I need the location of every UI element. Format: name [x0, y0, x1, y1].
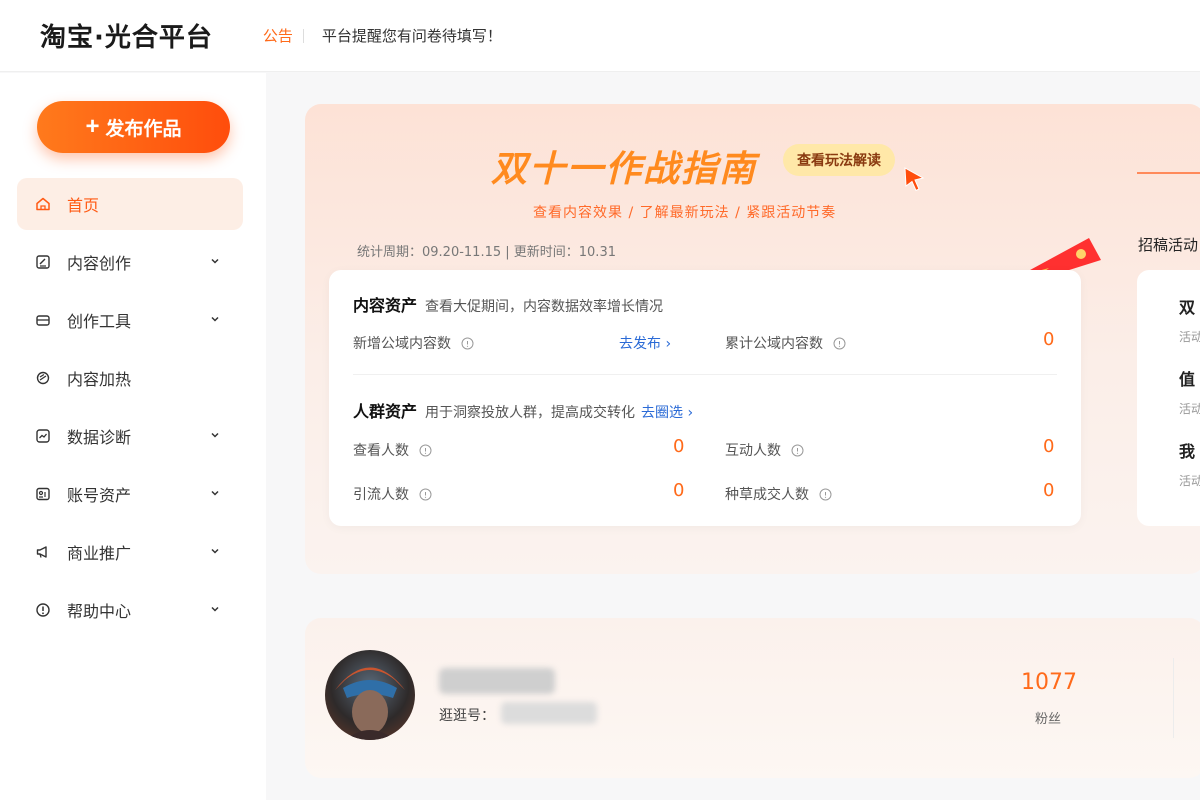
help-circle-icon[interactable]	[833, 337, 846, 350]
double-eleven-guide-card: 双十一作战指南 查看玩法解读 查看内容效果 / 了解最新玩法 / 紧跟活动节奏 …	[305, 104, 1200, 574]
id-card-icon	[35, 486, 51, 502]
publish-button-label: 发布作品	[105, 118, 182, 140]
chevron-down-icon	[211, 606, 219, 612]
chart-icon	[35, 428, 51, 444]
call-for-submissions-title[interactable]: 招稿活动	[1138, 234, 1198, 255]
sidebar-item-data-diagnosis[interactable]: 数据诊断	[17, 410, 243, 462]
sidebar-item-account-assets[interactable]: 账号资产	[17, 468, 243, 520]
publish-work-button[interactable]: + 发布作品	[37, 101, 230, 153]
help-circle-icon[interactable]	[419, 488, 432, 501]
crowd-assets-title: 人群资产	[353, 402, 418, 421]
top-header: 淘宝·光合平台 公告 平台提醒您有问卷待填写！	[0, 0, 1200, 72]
chevron-down-icon	[211, 316, 219, 322]
sidebar-item-creation-tools[interactable]: 创作工具	[17, 294, 243, 346]
megaphone-icon	[35, 544, 51, 560]
sidebar: + 发布作品 首页 内容创作 创作工具 内容加热 数据诊断 账号资产 商业推广 …	[0, 73, 266, 800]
sidebar-nav: 首页 内容创作 创作工具 内容加热 数据诊断 账号资产 商业推广 帮助中心	[17, 178, 243, 642]
deal-count-value: 0	[1043, 480, 1055, 501]
notice-divider	[302, 28, 304, 43]
interact-count-value: 0	[1043, 436, 1055, 457]
avatar-portrait-icon	[335, 667, 405, 740]
activity-item-title[interactable]: 我	[1179, 438, 1195, 462]
help-circle-icon[interactable]	[419, 444, 432, 457]
profile-card: 逛逛号： 1077 粉丝	[305, 618, 1200, 778]
view-gameplay-button[interactable]: 查看玩法解读	[783, 144, 895, 176]
sidebar-item-help-center[interactable]: 帮助中心	[17, 584, 243, 636]
sidebar-item-content-creation[interactable]: 内容创作	[17, 236, 243, 288]
interact-count-label: 互动人数	[725, 440, 804, 460]
toolbox-icon	[35, 312, 51, 328]
help-circle-icon[interactable]	[791, 444, 804, 457]
assets-stats-card: 内容资产 查看大促期间，内容数据效率增长情况 新增公域内容数 去发布 › 累计公域…	[329, 270, 1081, 526]
view-count-value: 0	[673, 436, 685, 457]
view-count-label: 查看人数	[353, 440, 432, 460]
content-assets-heading: 内容资产 查看大促期间，内容数据效率增长情况	[353, 292, 663, 316]
help-icon	[35, 602, 51, 618]
section-divider	[353, 374, 1057, 375]
sidebar-item-label: 账号资产	[67, 486, 132, 505]
chevron-down-icon	[211, 258, 219, 264]
platform-logo[interactable]: 淘宝·光合平台	[40, 17, 213, 54]
activity-item-sub: 活动	[1179, 402, 1200, 416]
account-id-label: 逛逛号：	[439, 708, 495, 724]
go-publish-link[interactable]: 去发布 ›	[619, 333, 671, 353]
activity-item-title[interactable]: 双	[1179, 294, 1195, 318]
activity-item-sub: 活动	[1179, 474, 1200, 488]
sidebar-item-label: 创作工具	[67, 312, 132, 331]
sidebar-item-business-promotion[interactable]: 商业推广	[17, 526, 243, 578]
chevron-down-icon	[211, 432, 219, 438]
edit-icon	[35, 254, 51, 270]
sidebar-item-label: 商业推广	[67, 544, 132, 563]
sidebar-item-home[interactable]: 首页	[17, 178, 243, 230]
help-circle-icon[interactable]	[461, 337, 474, 350]
activity-list-card: 双 活动 值 活动 我 活动	[1137, 270, 1200, 526]
sidebar-item-label: 首页	[67, 196, 100, 215]
pointer-cursor-icon	[904, 167, 925, 192]
traffic-count-label: 引流人数	[353, 484, 432, 504]
profile-divider	[1173, 658, 1174, 738]
total-public-content-label: 累计公域内容数	[725, 333, 846, 353]
sidebar-item-label: 内容加热	[67, 370, 132, 389]
content-assets-desc: 查看大促期间，内容数据效率增长情况	[425, 299, 664, 315]
crowd-assets-desc: 用于洞察投放人群，提高成交转化	[425, 405, 636, 421]
new-public-content-label: 新增公域内容数	[353, 333, 474, 353]
tab-underline	[1137, 172, 1200, 174]
stat-period-text: 统计周期：09.20-11.15 | 更新时间：10.31	[357, 245, 616, 260]
activity-item-title[interactable]: 值	[1179, 366, 1195, 390]
sidebar-item-content-boost[interactable]: 内容加热	[17, 352, 243, 404]
help-circle-icon[interactable]	[819, 488, 832, 501]
chevron-down-icon	[211, 490, 219, 496]
flame-icon	[35, 370, 51, 386]
notice-message[interactable]: 平台提醒您有问卷待填写！	[322, 25, 502, 46]
chevron-down-icon	[211, 548, 219, 554]
guide-subtitle: 查看内容效果 / 了解最新玩法 / 紧跟活动节奏	[533, 205, 837, 221]
fans-label: 粉丝	[1035, 712, 1062, 727]
fans-count[interactable]: 1077	[1021, 670, 1077, 695]
traffic-count-value: 0	[673, 480, 685, 501]
deal-count-label: 种草成交人数	[725, 484, 832, 504]
username-redacted	[439, 668, 555, 694]
sidebar-item-label: 内容创作	[67, 254, 132, 273]
sidebar-item-label: 数据诊断	[67, 428, 132, 447]
activity-item-sub: 活动	[1179, 330, 1200, 344]
crowd-assets-heading: 人群资产 用于洞察投放人群，提高成交转化 去圈选 ›	[353, 398, 693, 422]
plus-icon: +	[85, 113, 100, 140]
avatar[interactable]	[325, 650, 415, 740]
go-select-link[interactable]: 去圈选 ›	[641, 405, 693, 421]
guide-title: 双十一作战指南	[491, 149, 758, 190]
account-id-redacted	[501, 702, 597, 724]
home-icon	[35, 196, 51, 212]
total-public-content-value: 0	[1043, 329, 1055, 350]
sidebar-item-label: 帮助中心	[67, 602, 132, 621]
content-assets-title: 内容资产	[353, 296, 418, 315]
notice-label: 公告	[262, 27, 293, 45]
